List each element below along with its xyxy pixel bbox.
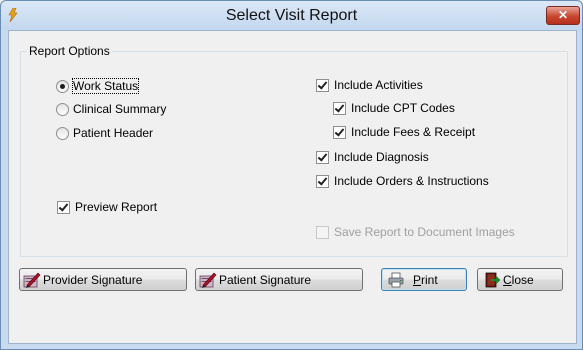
checkbox-include-orders-instructions[interactable]: Include Orders & Instructions (316, 173, 489, 189)
dialog-window: Select Visit Report ✕ Report Options Wor… (0, 0, 583, 350)
button-label: Close (503, 273, 534, 287)
radio-label: Work Status (71, 78, 140, 94)
button-label: Print (413, 273, 438, 287)
radio-work-status[interactable]: Work Status (56, 78, 140, 94)
checkbox-preview-report[interactable]: Preview Report (57, 199, 157, 215)
checkbox-label: Include Activities (334, 78, 423, 92)
close-accelerator: C (503, 272, 512, 287)
checkbox-save-to-document-images: Save Report to Document Images (316, 224, 515, 240)
window-title: Select Visit Report (225, 7, 358, 24)
print-button[interactable]: Print (381, 268, 467, 291)
print-label-rest: rint (421, 272, 438, 287)
dialog-body: Report Options Work Status Clinical Summ… (8, 30, 577, 344)
radio-button[interactable] (56, 126, 69, 140)
radio-patient-header[interactable]: Patient Header (56, 125, 153, 141)
patient-signature-button[interactable]: Patient Signature (195, 268, 363, 291)
report-options-label: Report Options (27, 44, 112, 58)
title-bar[interactable]: Select Visit Report ✕ (1, 1, 582, 30)
button-label: Provider Signature (43, 272, 143, 287)
checkbox-label: Include CPT Codes (351, 101, 455, 115)
checkbox-label: Include Fees & Receipt (351, 125, 476, 139)
radio-label: Patient Header (73, 126, 154, 140)
checkbox-disabled (316, 225, 329, 239)
checkbox-checked[interactable] (316, 78, 329, 92)
checkbox-label: Include Orders & Instructions (334, 174, 489, 188)
radio-clinical-summary[interactable]: Clinical Summary (56, 101, 166, 117)
radio-label: Clinical Summary (73, 102, 167, 116)
checkbox-label: Preview Report (75, 200, 158, 214)
window-close-button[interactable]: ✕ (546, 6, 580, 25)
radio-button[interactable] (56, 102, 69, 116)
checkbox-checked[interactable] (57, 200, 70, 214)
checkbox-include-activities[interactable]: Include Activities (316, 77, 423, 93)
signature-pen-icon (23, 272, 41, 288)
checkbox-label: Save Report to Document Images (334, 225, 515, 239)
checkbox-checked[interactable] (316, 150, 329, 164)
close-exit-icon (485, 272, 501, 287)
checkbox-include-cpt-codes[interactable]: Include CPT Codes (333, 100, 455, 116)
checkbox-checked[interactable] (333, 101, 346, 115)
button-label: Patient Signature (219, 272, 312, 287)
checkbox-include-diagnosis[interactable]: Include Diagnosis (316, 149, 429, 165)
close-label-rest: lose (511, 272, 534, 287)
radio-button-selected[interactable] (56, 79, 69, 93)
checkbox-checked[interactable] (333, 125, 346, 139)
signature-pen-icon (199, 272, 217, 288)
checkbox-checked[interactable] (316, 174, 329, 188)
provider-signature-button[interactable]: Provider Signature (19, 268, 187, 291)
checkbox-label: Include Diagnosis (334, 150, 429, 164)
printer-icon (388, 272, 404, 287)
print-accelerator: P (413, 272, 422, 287)
checkbox-include-fees-receipt[interactable]: Include Fees & Receipt (333, 124, 475, 140)
close-button[interactable]: Close (477, 268, 563, 291)
